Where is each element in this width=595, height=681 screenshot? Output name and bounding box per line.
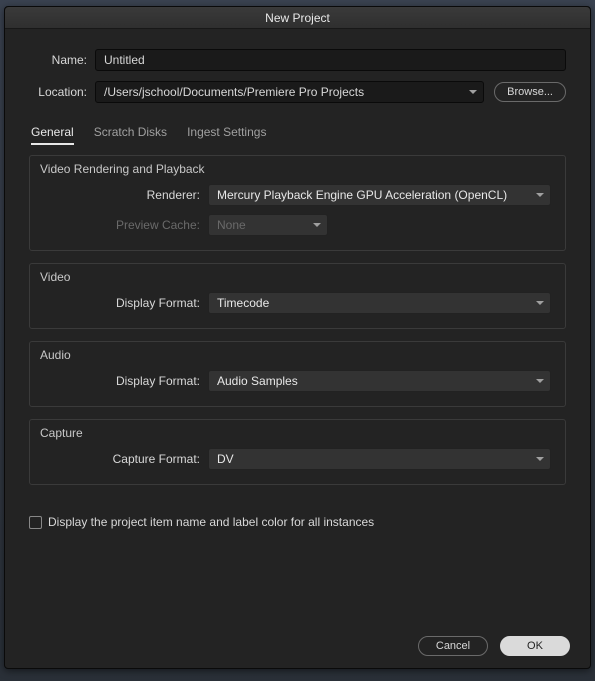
chevron-down-icon [536,379,544,383]
fieldset-video: Video Display Format: Timecode [29,263,566,329]
capture-format-select[interactable]: DV [208,448,551,470]
window-title: New Project [265,11,330,25]
fieldset-rendering: Video Rendering and Playback Renderer: M… [29,155,566,251]
tab-scratch-disks[interactable]: Scratch Disks [94,125,167,145]
name-input[interactable] [95,49,566,71]
renderer-value: Mercury Playback Engine GPU Acceleration… [217,188,507,202]
video-display-format-label: Display Format: [44,296,200,310]
display-name-checkbox[interactable] [29,516,42,529]
video-display-format-select[interactable]: Timecode [208,292,551,314]
renderer-label: Renderer: [44,188,200,202]
ok-button[interactable]: OK [500,636,570,656]
chevron-down-icon [469,90,477,94]
location-value: /Users/jschool/Documents/Premiere Pro Pr… [104,85,364,99]
tab-ingest-settings[interactable]: Ingest Settings [187,125,266,145]
audio-display-format-value: Audio Samples [217,374,298,388]
fieldset-audio: Audio Display Format: Audio Samples [29,341,566,407]
chevron-down-icon [536,457,544,461]
preview-cache-label: Preview Cache: [44,218,200,232]
capture-format-value: DV [217,452,234,466]
display-name-checkbox-label: Display the project item name and label … [48,515,374,529]
tabs: General Scratch Disks Ingest Settings [29,125,566,145]
dialog-footer: Cancel OK [5,626,590,668]
video-display-format-value: Timecode [217,296,269,310]
preview-cache-select: None [208,214,328,236]
fieldset-audio-legend: Audio [40,348,71,362]
preview-cache-value: None [217,218,246,232]
display-name-checkbox-row: Display the project item name and label … [29,515,566,529]
name-label: Name: [29,53,87,67]
titlebar: New Project [5,7,590,29]
browse-button[interactable]: Browse... [494,82,566,102]
fieldset-capture: Capture Capture Format: DV [29,419,566,485]
audio-display-format-label: Display Format: [44,374,200,388]
fieldset-video-legend: Video [40,270,70,284]
dialog-content: Name: Location: /Users/jschool/Documents… [5,29,590,626]
fieldset-capture-legend: Capture [40,426,83,440]
audio-display-format-select[interactable]: Audio Samples [208,370,551,392]
chevron-down-icon [313,223,321,227]
chevron-down-icon [536,301,544,305]
location-label: Location: [29,85,87,99]
chevron-down-icon [536,193,544,197]
tab-general[interactable]: General [31,125,74,145]
location-select[interactable]: /Users/jschool/Documents/Premiere Pro Pr… [95,81,484,103]
capture-format-label: Capture Format: [44,452,200,466]
fieldset-rendering-legend: Video Rendering and Playback [40,162,205,176]
new-project-dialog: New Project Name: Location: /Users/jscho… [4,6,591,669]
cancel-button[interactable]: Cancel [418,636,488,656]
renderer-select[interactable]: Mercury Playback Engine GPU Acceleration… [208,184,551,206]
